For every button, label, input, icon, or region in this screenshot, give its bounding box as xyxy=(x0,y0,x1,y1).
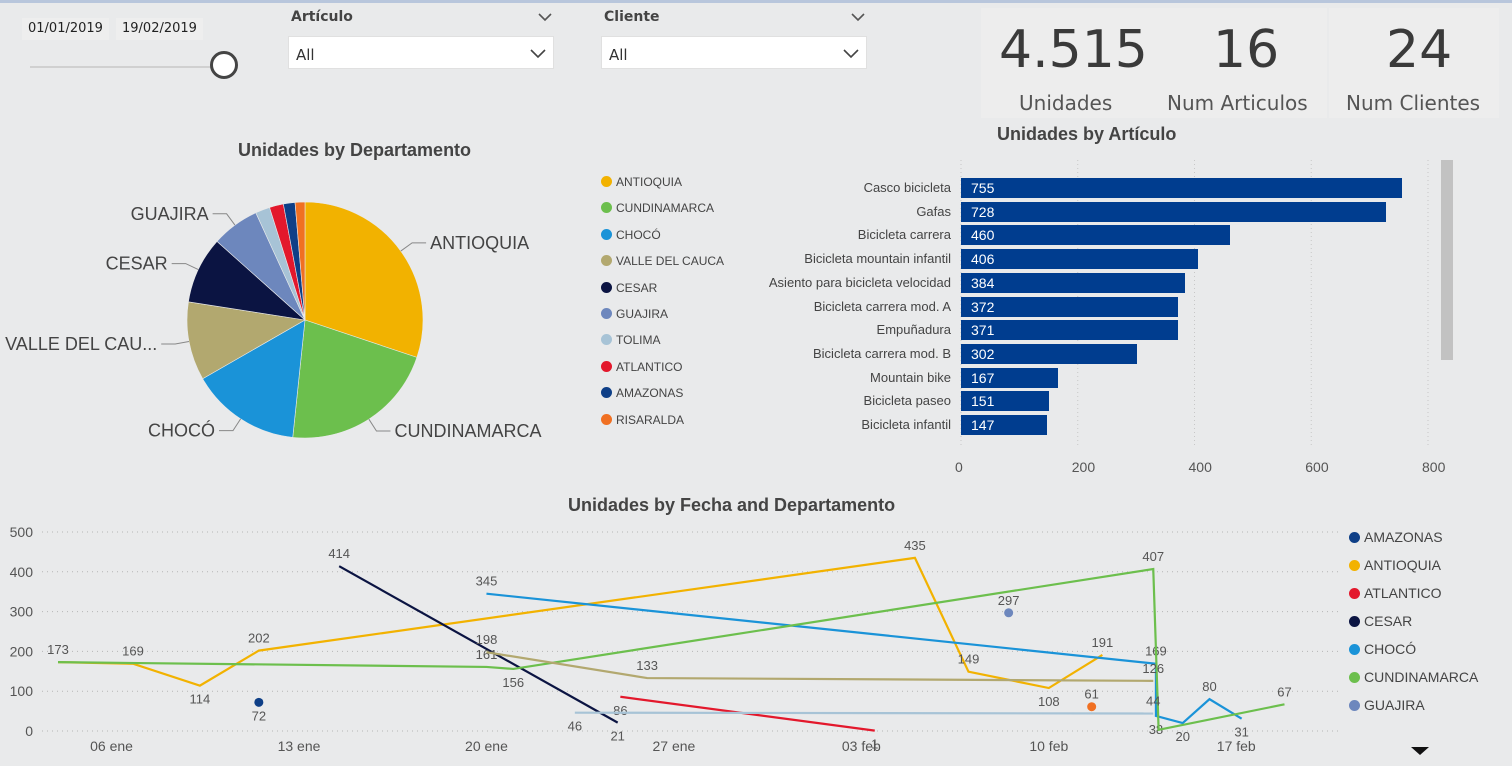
line-data-label: 407 xyxy=(1142,549,1164,564)
line-chart-title: Unidades by Fecha and Departamento xyxy=(568,495,896,515)
line-data-label: 44 xyxy=(1146,693,1160,708)
line-x-tick: 06 ene xyxy=(90,738,133,754)
line-legend-label: GUAJIRA xyxy=(1364,697,1425,713)
line-legend-label: CUNDINAMARCA xyxy=(1364,669,1479,685)
line-data-label: 173 xyxy=(47,642,69,657)
line-legend-label: ATLANTICO xyxy=(1364,585,1442,601)
bar-category-label: Bicicleta mountain infantil xyxy=(804,251,951,267)
line-data-label: 156 xyxy=(502,675,524,690)
bar-bicicleta-mountain-infantil[interactable] xyxy=(961,249,1198,270)
bar-value-label: 371 xyxy=(971,322,995,339)
line-legend-item-atlantico[interactable]: ATLANTICO xyxy=(1349,585,1442,601)
line-x-tick: 13 ene xyxy=(278,738,321,754)
line-x-tick: 20 ene xyxy=(465,738,508,754)
line-data-label: 198 xyxy=(476,632,498,647)
line-chart: 0 100 200 300 400 500 06 ene 13 ene 20 ene 27 ene… xyxy=(10,524,1340,754)
line-y-tick: 200 xyxy=(10,643,34,659)
bar-value-label: 384 xyxy=(971,274,995,291)
line-data-label: 202 xyxy=(248,631,270,646)
line-legend-label: AMAZONAS xyxy=(1364,529,1443,545)
line-data-label: 108 xyxy=(1038,694,1060,709)
line-data-label: 133 xyxy=(636,658,658,673)
line-legend-item-guajira[interactable]: GUAJIRA xyxy=(1349,697,1425,713)
bar-asiento-para-bicicleta-velocidad[interactable] xyxy=(961,272,1186,293)
bar-value-label: 755 xyxy=(971,180,995,196)
legend-dot-icon xyxy=(1349,532,1360,543)
bar-value-label: 302 xyxy=(971,345,995,362)
line-y-tick: 100 xyxy=(10,683,34,699)
line-data-label: 80 xyxy=(1202,679,1216,694)
line-data-label: 297 xyxy=(998,593,1020,608)
line-legend-item-cesar[interactable]: CESAR xyxy=(1349,613,1412,629)
line-point-amazonas[interactable] xyxy=(254,697,264,707)
line-y-tick: 500 xyxy=(10,524,34,540)
line-data-label: 126 xyxy=(1142,661,1164,676)
line-point-guajira[interactable] xyxy=(1004,608,1014,618)
bar-category-label: Casco bicicleta xyxy=(863,180,951,195)
bar-value-label: 460 xyxy=(971,227,995,244)
bar-chart-scrollbar[interactable] xyxy=(1441,160,1453,360)
line-data-label: 21 xyxy=(610,729,624,744)
bar-category-label: Bicicleta carrera mod. B xyxy=(813,345,951,361)
legend-dot-icon xyxy=(1349,616,1360,627)
line-legend-item-antioquia[interactable]: ANTIOQUIA xyxy=(1349,557,1441,573)
bar-bicicleta-carrera[interactable] xyxy=(961,225,1230,246)
line-data-label: 1 xyxy=(871,737,878,752)
line-data-label: 414 xyxy=(328,546,350,561)
line-y-tick: 400 xyxy=(10,564,34,580)
line-data-label: 67 xyxy=(1277,684,1291,699)
line-legend-label: CHOCÓ xyxy=(1364,641,1417,657)
line-data-label: 114 xyxy=(190,692,211,707)
bar-casco-bicicleta[interactable] xyxy=(961,178,1402,198)
line-data-label: 31 xyxy=(1234,725,1248,740)
legend-dot-icon xyxy=(1349,644,1360,655)
line-legend-item-cundinamarca[interactable]: CUNDINAMARCA xyxy=(1349,669,1478,685)
line-x-tick: 27 ene xyxy=(653,738,696,754)
line-data-label: 46 xyxy=(568,719,582,734)
bar-category-label: Gafas xyxy=(916,203,951,219)
bar-value-label: 728 xyxy=(971,203,995,220)
legend-dot-icon xyxy=(1349,700,1360,711)
legend-dot-icon xyxy=(1349,560,1360,571)
line-data-label: 61 xyxy=(1084,687,1098,702)
bar-value-label: 151 xyxy=(971,393,995,410)
legend-dot-icon xyxy=(1349,672,1360,683)
bar-category-label: Mountain bike xyxy=(870,369,951,385)
line-data-label: 169 xyxy=(122,644,144,659)
bar-value-label: 406 xyxy=(971,251,995,268)
bar-category-label: Asiento para bicicleta velocidad xyxy=(768,274,951,290)
line-legend-item-choco[interactable]: CHOCÓ xyxy=(1349,641,1416,657)
line-y-tick: 300 xyxy=(10,604,34,620)
bar-category-label: Bicicleta carrera xyxy=(857,227,951,243)
bar-category-label: Bicicleta carrera mod. A xyxy=(813,298,951,314)
legend-dot-icon xyxy=(1349,588,1360,599)
bar-category-label: Bicicleta paseo xyxy=(863,393,951,409)
line-legend-label: CESAR xyxy=(1364,613,1413,629)
line-series-tolima[interactable] xyxy=(574,711,1154,715)
line-data-label: 72 xyxy=(252,708,266,723)
line-data-label: 86 xyxy=(613,703,627,718)
line-x-tick: 17 feb xyxy=(1217,738,1256,754)
line-data-label: 191 xyxy=(1092,635,1114,650)
line-legend-item-amazonas[interactable]: AMAZONAS xyxy=(1349,529,1443,545)
bar-value-label: 147 xyxy=(971,417,995,433)
line-legend-label: ANTIOQUIA xyxy=(1364,557,1442,573)
line-data-label: 435 xyxy=(904,538,926,553)
bar-category-label: Empuñadura xyxy=(876,322,951,338)
line-point-risaralda[interactable] xyxy=(1087,702,1097,712)
bar-gafas[interactable] xyxy=(961,201,1386,222)
line-data-label: 345 xyxy=(476,574,498,589)
line-data-label: 149 xyxy=(958,652,980,667)
line-x-tick: 10 feb xyxy=(1029,738,1068,754)
bar-value-label: 372 xyxy=(971,298,995,315)
line-series-antioquia[interactable] xyxy=(57,556,1103,690)
bar-value-label: 167 xyxy=(971,369,995,386)
caret-down-icon[interactable] xyxy=(1409,745,1431,757)
bar-category-label: Bicicleta infantil xyxy=(861,417,951,432)
line-y-tick: 0 xyxy=(25,723,33,739)
line-data-label: 20 xyxy=(1175,729,1189,744)
